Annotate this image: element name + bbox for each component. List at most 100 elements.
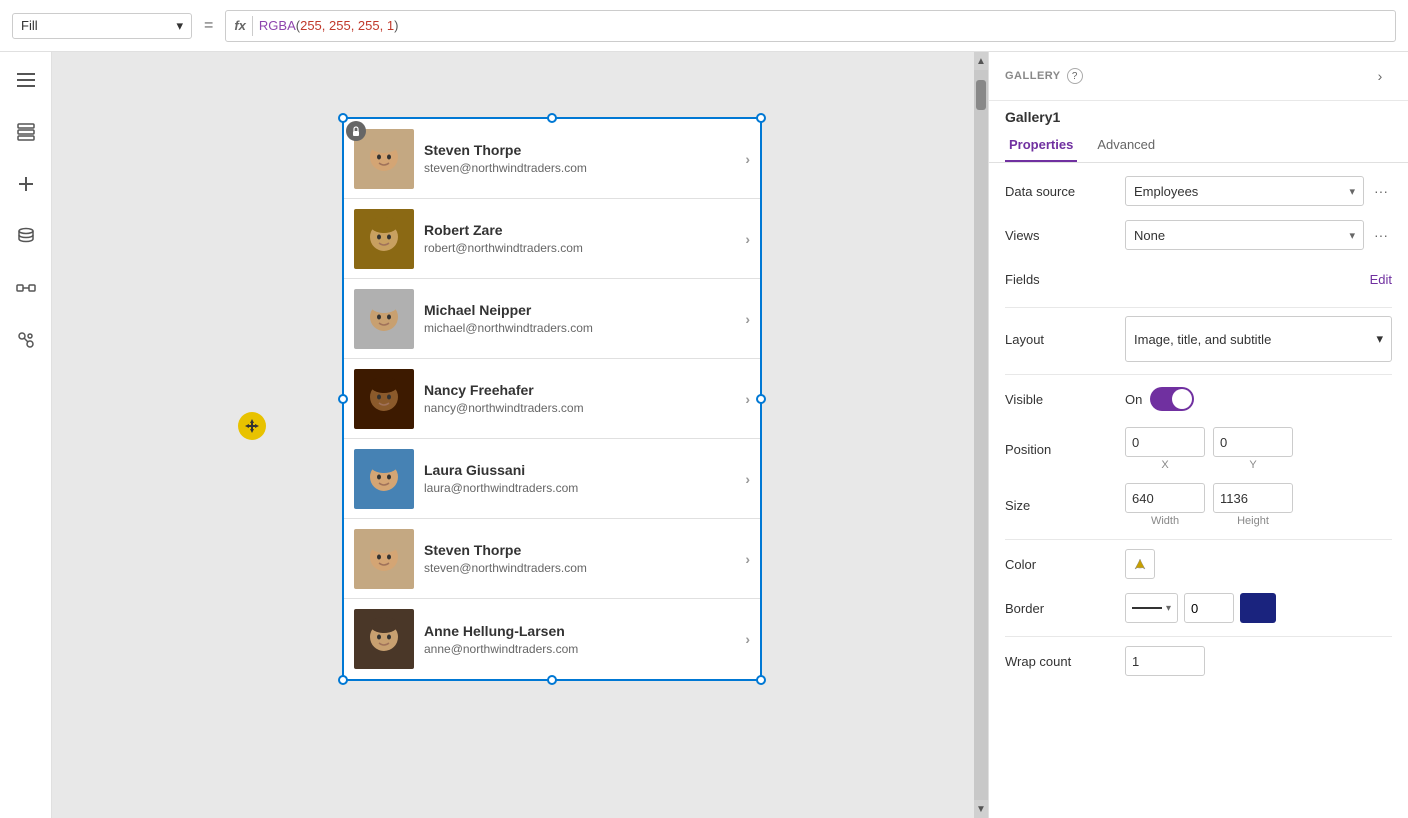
add-icon[interactable] (10, 168, 42, 200)
item-email: steven@northwindtraders.com (424, 561, 735, 575)
wrap-count-value (1125, 646, 1392, 676)
data-source-more-icon[interactable]: ··· (1370, 183, 1392, 199)
border-style-dropdown[interactable]: ▾ (1125, 593, 1178, 623)
item-info: Laura Giussani laura@northwindtraders.co… (414, 462, 745, 495)
data-source-label: Data source (1005, 184, 1125, 199)
views-more-icon[interactable]: ··· (1370, 227, 1392, 243)
views-value: None ▾ ··· (1125, 220, 1392, 250)
gallery-item[interactable]: Anne Hellung-Larsen anne@northwindtrader… (344, 599, 760, 679)
views-dropdown[interactable]: None ▾ (1125, 220, 1364, 250)
canvas-area[interactable]: Steven Thorpe steven@northwindtraders.co… (52, 52, 988, 818)
formula-icon: fx (234, 18, 246, 33)
item-info: Nancy Freehafer nancy@northwindtraders.c… (414, 382, 745, 415)
panel-header: GALLERY ? › (989, 52, 1408, 101)
gallery-component: Steven Thorpe steven@northwindtraders.co… (342, 117, 762, 681)
visible-toggle[interactable] (1150, 387, 1194, 411)
gallery-item[interactable]: Michael Neipper michael@northwindtraders… (344, 279, 760, 359)
border-color-swatch[interactable] (1240, 593, 1276, 623)
data-source-dropdown[interactable]: Employees ▾ (1125, 176, 1364, 206)
fields-row: Fields Edit (1005, 263, 1392, 295)
position-y-input[interactable] (1213, 427, 1293, 457)
size-wh-group: Width Height (1125, 483, 1293, 527)
views-row: Views None ▾ ··· (1005, 219, 1392, 251)
connector-icon[interactable] (10, 272, 42, 304)
panel-expand-button[interactable]: › (1368, 64, 1392, 88)
item-chevron-icon: › (745, 151, 750, 167)
wrap-count-input[interactable] (1125, 646, 1205, 676)
layout-label: Layout (1005, 332, 1125, 347)
item-chevron-icon: › (745, 551, 750, 567)
tab-properties[interactable]: Properties (1005, 129, 1077, 162)
main-area: Steven Thorpe steven@northwindtraders.co… (0, 52, 1408, 818)
tools-icon[interactable] (10, 324, 42, 356)
canvas-scrollbar[interactable]: ▲ ▼ (974, 52, 988, 818)
fill-dropdown[interactable]: Fill ▾ (12, 13, 192, 39)
position-row: Position X Y (1005, 427, 1392, 471)
item-chevron-icon: › (745, 231, 750, 247)
size-height-group: Height (1213, 483, 1293, 527)
border-row: Border ▾ (1005, 592, 1392, 624)
database-icon[interactable] (10, 220, 42, 252)
position-x-input[interactable] (1125, 427, 1205, 457)
item-chevron-icon: › (745, 311, 750, 327)
position-y-group: Y (1213, 427, 1293, 471)
item-email: michael@northwindtraders.com (424, 321, 735, 335)
color-label: Color (1005, 557, 1125, 572)
wrap-count-row: Wrap count (1005, 645, 1392, 677)
views-text: None (1134, 228, 1165, 243)
fields-edit-link[interactable]: Edit (1370, 272, 1392, 287)
panel-tabs: Properties Advanced (989, 129, 1408, 163)
size-width-input[interactable] (1125, 483, 1205, 513)
data-source-value: Employees ▾ ··· (1125, 176, 1392, 206)
position-value: X Y (1125, 427, 1392, 471)
visible-value: On (1125, 387, 1392, 411)
data-source-text: Employees (1134, 184, 1198, 199)
menu-icon[interactable] (10, 64, 42, 96)
color-swatch[interactable] (1125, 549, 1155, 579)
fill-chevron-icon: ▾ (176, 18, 183, 34)
scroll-thumb[interactable] (976, 80, 986, 110)
help-icon[interactable]: ? (1067, 68, 1083, 84)
size-height-input[interactable] (1213, 483, 1293, 513)
position-xy-group: X Y (1125, 427, 1293, 471)
item-chevron-icon: › (745, 471, 750, 487)
gallery-item[interactable]: Steven Thorpe steven@northwindtraders.co… (344, 119, 760, 199)
item-name: Robert Zare (424, 222, 735, 238)
gallery-item[interactable]: Nancy Freehafer nancy@northwindtraders.c… (344, 359, 760, 439)
gallery-item[interactable]: Laura Giussani laura@northwindtraders.co… (344, 439, 760, 519)
item-email: robert@northwindtraders.com (424, 241, 735, 255)
item-chevron-icon: › (745, 631, 750, 647)
item-name: Nancy Freehafer (424, 382, 735, 398)
item-avatar (354, 209, 414, 269)
gallery-item[interactable]: Robert Zare robert@northwindtraders.com … (344, 199, 760, 279)
position-label: Position (1005, 442, 1125, 457)
size-row: Size Width Height (1005, 483, 1392, 527)
gallery-item[interactable]: Steven Thorpe steven@northwindtraders.co… (344, 519, 760, 599)
formula-bar[interactable]: fx RGBA(255, 255, 255, 1) (225, 10, 1396, 42)
border-value: ▾ (1125, 593, 1392, 623)
item-info: Steven Thorpe steven@northwindtraders.co… (414, 142, 745, 175)
divider-4 (1005, 636, 1392, 637)
item-name: Anne Hellung-Larsen (424, 623, 735, 639)
item-name: Laura Giussani (424, 462, 735, 478)
formula-value: RGBA(255, 255, 255, 1) (259, 18, 399, 33)
layers-icon[interactable] (10, 116, 42, 148)
item-info: Steven Thorpe steven@northwindtraders.co… (414, 542, 745, 575)
item-chevron-icon: › (745, 391, 750, 407)
item-email: steven@northwindtraders.com (424, 161, 735, 175)
size-label: Size (1005, 498, 1125, 513)
layout-text: Image, title, and subtitle (1134, 332, 1271, 347)
fields-label: Fields (1005, 272, 1125, 287)
formula-divider (252, 16, 253, 36)
size-width-group: Width (1125, 483, 1205, 527)
data-source-row: Data source Employees ▾ ··· (1005, 175, 1392, 207)
border-width-input[interactable] (1184, 593, 1234, 623)
tab-advanced[interactable]: Advanced (1093, 129, 1159, 162)
border-style-chevron-icon: ▾ (1166, 603, 1171, 614)
scroll-up-arrow[interactable]: ▲ (974, 52, 988, 70)
scroll-down-arrow[interactable]: ▼ (974, 800, 988, 818)
scroll-track[interactable] (974, 70, 988, 800)
left-sidebar (0, 52, 52, 818)
layout-dropdown[interactable]: Image, title, and subtitle ▾ (1125, 316, 1392, 362)
visible-row: Visible On (1005, 383, 1392, 415)
